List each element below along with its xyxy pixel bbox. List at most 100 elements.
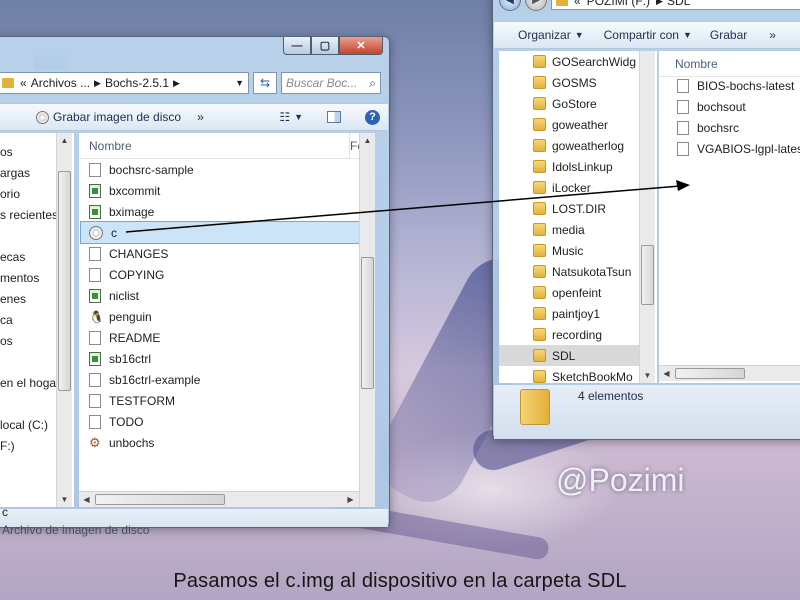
nav-item[interactable]: enes: [0, 288, 60, 309]
file-row[interactable]: COPYING03: [89, 264, 372, 285]
file-row[interactable]: niclist06: [89, 285, 372, 306]
scroll-left-icon[interactable]: ◀: [79, 492, 94, 507]
folder-tree-scrollbar[interactable]: ▼: [639, 51, 655, 383]
column-header-name[interactable]: Nombre: [675, 57, 718, 71]
organize-button[interactable]: Organizar ▼: [518, 28, 584, 42]
address-bar[interactable]: « POZIMI (F:) ▶ SDL: [551, 0, 800, 10]
file-name: bochsout: [697, 99, 746, 114]
folder-tree-item[interactable]: goweather: [499, 114, 639, 135]
folder-tree-item[interactable]: media: [499, 219, 639, 240]
scroll-left-icon[interactable]: ◀: [659, 366, 674, 381]
file-row[interactable]: sb16ctrl-example06: [89, 369, 372, 390]
h-scrollbar-thumb[interactable]: [675, 368, 745, 379]
file-row[interactable]: README06: [89, 327, 372, 348]
folder-tree-item[interactable]: paintjoy1: [499, 303, 639, 324]
file-row[interactable]: bochsout: [677, 96, 800, 117]
breadcrumb-item[interactable]: Archivos ...: [31, 76, 90, 90]
explorer-window-sdl[interactable]: ◀ ▶ « POZIMI (F:) ▶ SDL Organizar ▼ Comp…: [492, 0, 800, 440]
file-row[interactable]: c20: [80, 221, 372, 244]
preview-pane-button[interactable]: [327, 111, 341, 123]
toolbar-more-button[interactable]: »: [769, 28, 776, 42]
nav-item-local-disk[interactable]: local (C:): [0, 393, 60, 435]
nav-item[interactable]: os: [0, 141, 60, 162]
close-button[interactable]: ✕: [339, 37, 383, 55]
folder-tree-item[interactable]: Music: [499, 240, 639, 261]
folder-tree-item[interactable]: IdolsLinkup: [499, 156, 639, 177]
help-button[interactable]: ?: [365, 109, 380, 125]
nav-item[interactable]: os: [0, 330, 60, 351]
view-options-button[interactable]: ☷ ▼: [279, 110, 303, 124]
scroll-down-icon[interactable]: ▼: [57, 492, 72, 507]
file-row[interactable]: CHANGES06: [89, 243, 372, 264]
file-row[interactable]: ⚙unbochs20: [89, 432, 372, 453]
toolbar-more-button[interactable]: »: [197, 110, 204, 124]
file-list-scrollbar[interactable]: ▲: [359, 133, 375, 507]
file-row[interactable]: sb16ctrl09: [89, 348, 372, 369]
chevron-right-icon[interactable]: ▶: [656, 0, 663, 7]
file-list-h-scrollbar[interactable]: ◀ ▶: [79, 491, 359, 507]
breadcrumb-overflow[interactable]: «: [20, 76, 27, 90]
file-row[interactable]: TODO06: [89, 411, 372, 432]
folder-tree-item[interactable]: SDL: [499, 345, 639, 366]
search-input[interactable]: Buscar Boc... ⌕: [281, 72, 381, 94]
nav-item-removable-drive[interactable]: F:): [0, 435, 60, 456]
address-bar[interactable]: « Archivos ... ▶ Bochs-2.5.1 ▶ ▼: [0, 72, 249, 94]
refresh-button[interactable]: ⇆: [253, 72, 277, 94]
breadcrumb-overflow[interactable]: «: [574, 0, 581, 8]
folder-tree-item[interactable]: GOSearchWidg: [499, 51, 639, 72]
chevron-right-icon[interactable]: ▶: [173, 78, 180, 89]
maximize-button[interactable]: ▢: [311, 37, 339, 55]
nav-item[interactable]: orio: [0, 183, 60, 204]
share-with-button[interactable]: Compartir con ▼: [604, 28, 692, 42]
folder-tree-item[interactable]: LOST.DIR: [499, 198, 639, 219]
breadcrumb-item[interactable]: SDL: [667, 0, 690, 8]
chevron-down-icon[interactable]: ▼: [235, 78, 244, 88]
nav-item[interactable]: ca: [0, 309, 60, 330]
forward-button[interactable]: ▶: [525, 0, 547, 11]
burn-button[interactable]: Grabar: [710, 28, 747, 42]
folder-tree-item[interactable]: GOSMS: [499, 72, 639, 93]
folder-tree-item[interactable]: NatsukotaTsun: [499, 261, 639, 282]
nav-item[interactable]: en el hogar: [0, 351, 60, 393]
scroll-down-icon[interactable]: ▼: [640, 368, 655, 383]
nav-item[interactable]: s recientes: [0, 204, 60, 225]
folder-tree-item[interactable]: recording: [499, 324, 639, 345]
file-row[interactable]: BIOS-bochs-latest: [677, 75, 800, 96]
file-list-scrollbar-thumb[interactable]: [361, 257, 374, 389]
file-row[interactable]: bxcommit06: [89, 180, 372, 201]
file-row[interactable]: bximage06: [89, 201, 372, 222]
nav-item[interactable]: mentos: [0, 267, 60, 288]
file-name: VGABIOS-lgpl-latest: [697, 141, 800, 156]
folder-tree-item[interactable]: goweatherlog: [499, 135, 639, 156]
file-row[interactable]: VGABIOS-lgpl-latest: [677, 138, 800, 159]
column-header-name[interactable]: Nombre: [89, 139, 132, 153]
h-scrollbar-thumb[interactable]: [95, 494, 225, 505]
folder-tree-item[interactable]: iLocker: [499, 177, 639, 198]
file-row[interactable]: bochsrc: [677, 117, 800, 138]
scroll-up-icon[interactable]: ▲: [57, 133, 72, 148]
nav-item[interactable]: argas: [0, 162, 60, 183]
burn-disc-image-button[interactable]: Grabar imagen de disco: [36, 110, 181, 124]
folder-tree-item[interactable]: SketchBookMo: [499, 366, 639, 383]
nav-item[interactable]: ecas: [0, 225, 60, 267]
file-row[interactable]: TESTFORM27: [89, 390, 372, 411]
folder-tree-item[interactable]: GoStore: [499, 93, 639, 114]
nav-scrollbar[interactable]: ▲ ▼: [56, 133, 72, 507]
breadcrumb-item[interactable]: POZIMI (F:): [587, 0, 650, 8]
scroll-right-icon[interactable]: ▶: [343, 492, 358, 507]
folder-tree-scrollbar-thumb[interactable]: [641, 245, 654, 305]
back-button[interactable]: ◀: [499, 0, 521, 11]
scroll-up-icon[interactable]: ▲: [360, 133, 375, 148]
content-h-scrollbar[interactable]: ◀: [659, 365, 800, 381]
folder-tree-item[interactable]: openfeint: [499, 282, 639, 303]
explorer-window-bochs[interactable]: — ▢ ✕ « Archivos ... ▶ Bochs-2.5.1 ▶ ▼ ⇆…: [0, 36, 390, 537]
folder-icon: [533, 307, 546, 320]
file-row[interactable]: bochsrc-sample06: [89, 159, 372, 180]
minimize-button[interactable]: —: [283, 37, 311, 55]
file-row[interactable]: 🐧penguin21: [89, 306, 372, 327]
folder-name: media: [552, 222, 585, 237]
breadcrumb-item[interactable]: Bochs-2.5.1: [105, 76, 169, 90]
nav-scrollbar-thumb[interactable]: [58, 171, 71, 391]
folder-name: openfeint: [552, 285, 602, 300]
chevron-right-icon[interactable]: ▶: [94, 78, 101, 89]
